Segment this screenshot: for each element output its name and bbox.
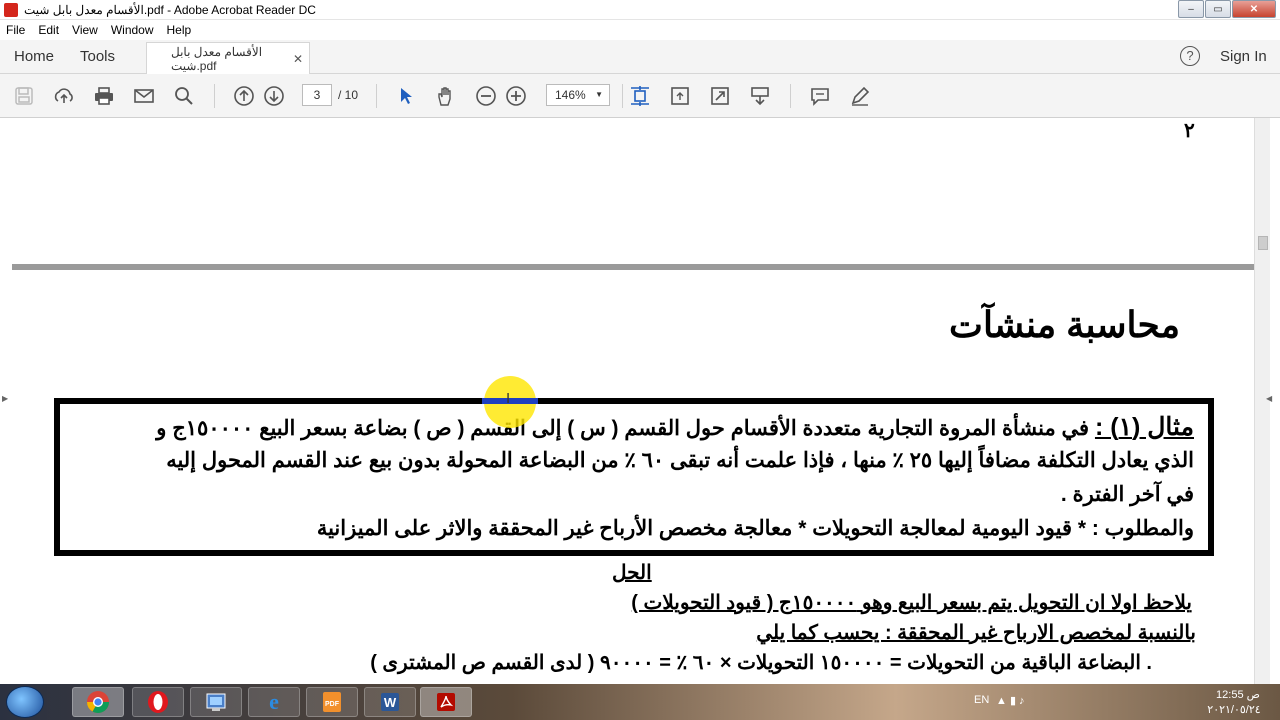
example-text-1: في منشأة المروة التجارية متعددة الأقسام …	[156, 417, 1090, 440]
ibeam-cursor-icon: Ⅰ	[506, 390, 511, 406]
minimize-button[interactable]: –	[1178, 0, 1204, 18]
windows-taskbar: e PDF W EN ▲ ▮ ♪ 12:55 ص ٢٠٢١/٠٥/٢٤	[0, 684, 1280, 720]
previous-page-number: ٢	[1184, 120, 1195, 142]
upload-icon[interactable]	[52, 84, 76, 108]
tab-tools[interactable]: Tools	[80, 48, 115, 65]
language-indicator[interactable]: EN	[974, 694, 989, 706]
example-line-2: الذي يعادل التكلفة مضافاً إليها ٢٥ ٪ منه…	[166, 449, 1194, 472]
expand-right-panel-icon[interactable]: ◀	[1266, 394, 1272, 403]
document-tab-label: الأقسام معدل بابل شيت.pdf	[171, 44, 263, 73]
word-icon[interactable]: W	[364, 687, 416, 717]
full-screen-icon[interactable]	[708, 84, 732, 108]
svg-text:PDF: PDF	[325, 701, 340, 708]
expand-left-panel-icon[interactable]: ▶	[2, 394, 8, 403]
window-controls: – ▭ ✕	[1177, 0, 1276, 18]
clock-date[interactable]: ٢٠٢١/٠٥/٢٤	[1198, 703, 1270, 716]
print-icon[interactable]	[92, 84, 116, 108]
tray-icons[interactable]: ▲ ▮ ♪	[996, 694, 1025, 707]
page-total: / 10	[338, 88, 359, 102]
solution-title: الحل	[612, 562, 652, 584]
chrome-icon[interactable]	[72, 687, 124, 717]
save-icon[interactable]	[12, 84, 36, 108]
example-line-1: مثال (١) : في منشأة المروة التجارية متعد…	[156, 412, 1194, 442]
comment-icon[interactable]	[808, 84, 832, 108]
example-line-4: والمطلوب : * قيود اليومية لمعالجة التحوي…	[316, 517, 1194, 540]
solution-line-3: . البضاعة الباقية من التحويلات = ١٥٠٠٠٠ …	[370, 652, 1152, 674]
opera-icon[interactable]	[132, 687, 184, 717]
start-button[interactable]	[6, 686, 44, 718]
select-cursor-icon[interactable]	[394, 84, 418, 108]
next-page-icon[interactable]	[262, 84, 286, 108]
zoom-value: 146%	[555, 88, 586, 102]
zoom-in-icon[interactable]	[504, 84, 528, 108]
email-icon[interactable]	[132, 84, 156, 108]
zoom-select[interactable]: 146% ▼	[546, 84, 610, 106]
rotate-view-icon[interactable]	[668, 84, 692, 108]
sign-in-button[interactable]: Sign In	[1220, 48, 1267, 65]
chevron-down-icon: ▼	[595, 90, 603, 99]
example-label: مثال (١) :	[1094, 413, 1194, 441]
toolbar-separator	[376, 84, 377, 108]
pdf-converter-icon[interactable]: PDF	[306, 687, 358, 717]
toolbar-separator	[214, 84, 215, 108]
menu-file[interactable]: File	[6, 23, 25, 37]
hand-tool-icon[interactable]	[434, 84, 458, 108]
toolbar: 3 / 10 146% ▼	[0, 74, 1280, 118]
search-icon[interactable]	[172, 84, 196, 108]
menu-window[interactable]: Window	[111, 23, 154, 37]
close-button[interactable]: ✕	[1232, 0, 1276, 18]
help-icon[interactable]: ?	[1180, 46, 1200, 66]
page-number-input[interactable]: 3	[302, 84, 332, 106]
document-viewer[interactable]: ▶ ٢ محاسبة منشآت مثال (١) : في منشأة الم…	[0, 118, 1280, 684]
solution-line-1: يلاحظ اولا ان التحويل يتم بسعر البيع وهو…	[631, 592, 1192, 614]
menu-bar: File Edit View Window Help	[0, 20, 1280, 40]
example-line-3: في آخر الفترة .	[1060, 483, 1194, 506]
menu-view[interactable]: View	[72, 23, 98, 37]
svg-text:W: W	[384, 695, 397, 710]
control-panel-icon[interactable]	[190, 687, 242, 717]
fit-page-icon[interactable]	[628, 84, 652, 108]
toolbar-separator	[622, 84, 623, 108]
scroll-mode-icon[interactable]	[748, 84, 772, 108]
svg-text:e: e	[269, 690, 279, 714]
close-tab-icon[interactable]: ✕	[293, 52, 303, 66]
highlight-pen-icon[interactable]	[848, 84, 872, 108]
title-bar: الأقسام معدل بابل شيت.pdf - Adobe Acroba…	[0, 0, 1280, 20]
menu-help[interactable]: Help	[167, 23, 192, 37]
toolbar-separator	[790, 84, 791, 108]
page-divider	[12, 264, 1254, 270]
menu-edit[interactable]: Edit	[38, 23, 59, 37]
acrobat-app-icon	[4, 2, 18, 17]
window-title: الأقسام معدل بابل شيت.pdf - Adobe Acroba…	[24, 2, 316, 17]
ie-icon[interactable]: e	[248, 687, 300, 717]
tab-home[interactable]: Home	[14, 48, 54, 65]
page-heading: محاسبة منشآت	[949, 304, 1180, 345]
acrobat-icon[interactable]	[420, 687, 472, 717]
clock-time[interactable]: 12:55 ص	[1208, 688, 1268, 701]
solution-line-2: بالنسبة لمخصص الارباح غير المحققة : يحسب…	[756, 622, 1196, 644]
scrollbar-thumb[interactable]	[1258, 236, 1268, 250]
example-box: مثال (١) : في منشأة المروة التجارية متعد…	[54, 398, 1214, 556]
maximize-button[interactable]: ▭	[1205, 0, 1231, 18]
previous-page-icon[interactable]	[232, 84, 256, 108]
tab-bar: Home Tools الأقسام معدل بابل شيت.pdf ✕ ?…	[0, 40, 1280, 74]
zoom-out-icon[interactable]	[474, 84, 498, 108]
tab-document[interactable]: الأقسام معدل بابل شيت.pdf ✕	[146, 42, 310, 74]
